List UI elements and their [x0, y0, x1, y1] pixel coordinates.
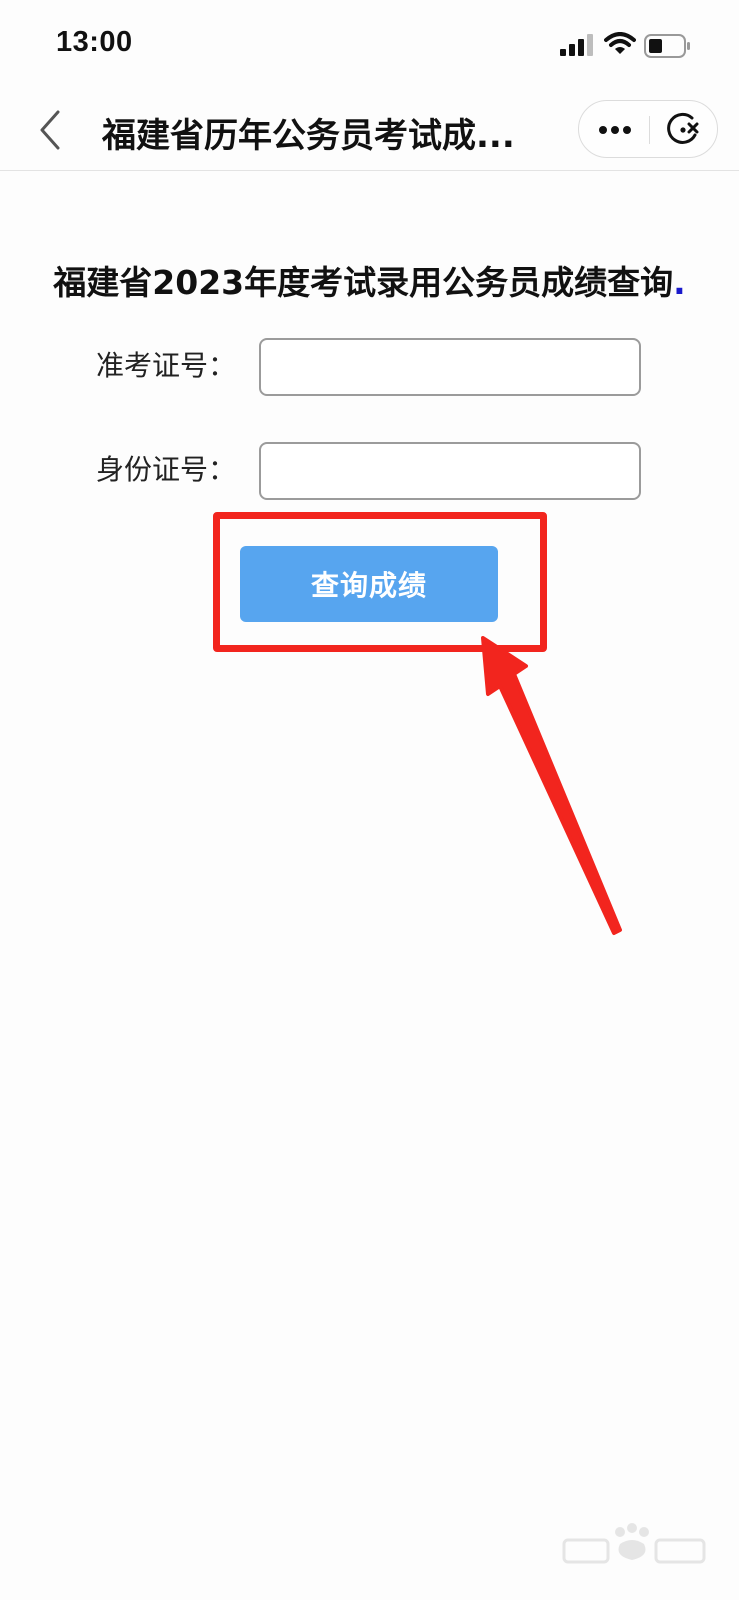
admission-ticket-label: 准考证号：	[96, 349, 237, 382]
wifi-icon	[604, 32, 636, 54]
admission-ticket-input[interactable]	[259, 338, 641, 396]
chevron-left-icon	[40, 110, 60, 150]
nav-title: 福建省历年公务员考试成...	[102, 116, 515, 156]
page-heading-dot: .	[673, 263, 686, 302]
status-bar: 13:00	[0, 0, 739, 90]
battery-icon	[644, 34, 690, 58]
page: 13:00 福建省历年公务员考试成... 福建省2023年度考试录用公务员成绩查…	[0, 0, 739, 1600]
capsule-divider	[649, 116, 650, 144]
page-heading: 福建省2023年度考试录用公务员成绩查询.	[0, 256, 739, 304]
more-button[interactable]	[593, 113, 637, 147]
close-miniprogram-button[interactable]	[663, 111, 703, 149]
id-number-input[interactable]	[259, 442, 641, 500]
nav-bar: 福建省历年公务员考试成...	[0, 90, 739, 171]
back-button[interactable]	[30, 106, 70, 154]
id-number-label: 身份证号：	[96, 453, 237, 486]
page-heading-text: 福建省2023年度考试录用公务员成绩查询	[53, 263, 674, 302]
signal-icon	[560, 34, 593, 56]
annotation-arrow-icon	[481, 636, 622, 935]
more-dots-icon	[599, 126, 631, 134]
baidu-jingyan-logo-icon	[562, 1523, 706, 1564]
close-miniprogram-icon	[667, 112, 699, 144]
menu-capsule	[578, 100, 718, 158]
status-time: 13:00	[56, 26, 133, 58]
